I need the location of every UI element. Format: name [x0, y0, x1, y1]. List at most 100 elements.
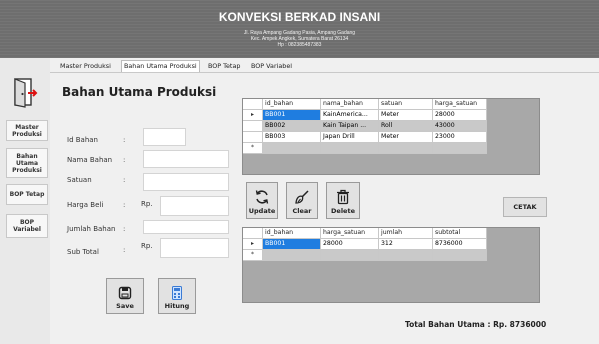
- column-header[interactable]: satuan: [379, 99, 433, 110]
- app-title: KONVEKSI BERKAD INSANI: [218, 10, 381, 24]
- tab-master-produksi[interactable]: Master Produksi: [58, 61, 113, 71]
- colon: :: [123, 156, 126, 164]
- new-row[interactable]: *: [243, 250, 487, 261]
- label-jumlah-bahan: Jumlah Bahan: [67, 225, 116, 233]
- currency-prefix: Rp.: [141, 200, 153, 208]
- table-cell[interactable]: 312: [379, 239, 433, 250]
- table-cell[interactable]: [321, 143, 379, 154]
- total-bahan-utama-label: Total Bahan Utama : Rp. 8736000: [405, 320, 547, 329]
- calculator-icon: [172, 286, 182, 300]
- colon: :: [123, 225, 126, 233]
- column-header[interactable]: subtotal: [433, 228, 487, 239]
- colon: :: [123, 246, 126, 254]
- delete-button[interactable]: Delete: [326, 182, 360, 219]
- broom-icon: [295, 190, 309, 204]
- table-cell[interactable]: [433, 250, 487, 261]
- bahan-grid[interactable]: id_bahan nama_bahan satuan harga_satuan …: [242, 98, 540, 175]
- sub-total-input[interactable]: [160, 238, 229, 258]
- sidebar-item-master-produksi[interactable]: Master Produksi: [6, 120, 48, 141]
- table-cell[interactable]: [263, 250, 321, 261]
- table-cell[interactable]: BB003: [263, 132, 321, 143]
- table-cell[interactable]: [433, 143, 487, 154]
- current-row-indicator: ▸: [243, 110, 263, 121]
- table-row[interactable]: ▸ BB001 KainAmerica... Meter 28000: [243, 110, 487, 121]
- table-cell[interactable]: 43000: [433, 121, 487, 132]
- new-row-indicator: *: [243, 143, 263, 154]
- save-button[interactable]: Save: [106, 278, 144, 314]
- label-sub-total: Sub Total: [67, 248, 99, 256]
- trash-icon: [337, 189, 349, 205]
- row-header-cell: [243, 228, 263, 239]
- table-cell[interactable]: KainAmerica...: [321, 110, 379, 121]
- tab-bahan-utama-produksi[interactable]: Bahan Utama Produksi: [121, 60, 200, 72]
- colon: :: [123, 136, 126, 144]
- sidebar-item-bop-tetap[interactable]: BOP Tetap: [6, 184, 48, 205]
- id-bahan-input[interactable]: [143, 128, 186, 146]
- column-header[interactable]: harga_satuan: [321, 228, 379, 239]
- delete-label: Delete: [331, 207, 355, 215]
- sidebar-item-bop-variabel[interactable]: BOP Variabel: [6, 214, 48, 238]
- table-cell[interactable]: [321, 250, 379, 261]
- table-cell[interactable]: Roll: [379, 121, 433, 132]
- tab-bop-variabel[interactable]: BOP Variabel: [249, 61, 294, 71]
- table-cell[interactable]: BB002: [263, 121, 321, 132]
- save-icon: [118, 286, 132, 300]
- colon: :: [123, 201, 126, 209]
- table-row[interactable]: ▸ BB001 28000 312 8736000: [243, 239, 487, 250]
- table-cell[interactable]: Japan Drill: [321, 132, 379, 143]
- harga-beli-input[interactable]: [160, 196, 229, 216]
- hitung-button[interactable]: Hitung: [158, 278, 196, 314]
- grid-header: id_bahan nama_bahan satuan harga_satuan: [243, 99, 487, 110]
- column-header[interactable]: id_bahan: [263, 228, 321, 239]
- refresh-icon: [255, 190, 269, 204]
- current-row-indicator: ▸: [243, 239, 263, 250]
- row-header-cell: [243, 132, 263, 143]
- save-label: Save: [116, 302, 134, 310]
- sidebar-item-bahan-utama-produksi[interactable]: Bahan Utama Produksi: [6, 148, 48, 178]
- column-header[interactable]: id_bahan: [263, 99, 321, 110]
- tab-divider: [50, 72, 599, 73]
- table-cell[interactable]: Meter: [379, 132, 433, 143]
- table-cell[interactable]: BB001: [263, 239, 321, 250]
- table-cell[interactable]: BB001: [263, 110, 321, 121]
- row-header-cell: [243, 121, 263, 132]
- table-cell[interactable]: Kain Taipan ...: [321, 121, 379, 132]
- update-label: Update: [248, 207, 276, 215]
- nama-bahan-input[interactable]: [143, 150, 229, 168]
- update-button[interactable]: Update: [246, 182, 278, 219]
- label-id-bahan: Id Bahan: [67, 136, 98, 144]
- column-header[interactable]: harga_satuan: [433, 99, 487, 110]
- transaksi-grid[interactable]: id_bahan harga_satuan jumlah subtotal ▸ …: [242, 227, 540, 303]
- table-cell[interactable]: [263, 143, 321, 154]
- row-header-cell: [243, 99, 263, 110]
- new-row-indicator: *: [243, 250, 263, 261]
- table-cell[interactable]: 28000: [321, 239, 379, 250]
- app-header: [0, 0, 599, 58]
- currency-prefix: Rp.: [141, 242, 153, 250]
- label-satuan: Satuan: [67, 176, 92, 184]
- grid-header: id_bahan harga_satuan jumlah subtotal: [243, 228, 487, 239]
- clear-button[interactable]: Clear: [286, 182, 318, 219]
- table-cell[interactable]: Meter: [379, 110, 433, 121]
- table-cell[interactable]: [379, 250, 433, 261]
- clear-label: Clear: [292, 207, 312, 215]
- hitung-label: Hitung: [164, 302, 190, 310]
- exit-door-icon[interactable]: [9, 76, 41, 108]
- jumlah-bahan-input[interactable]: [143, 220, 229, 234]
- table-row[interactable]: BB003 Japan Drill Meter 23000: [243, 132, 487, 143]
- label-nama-bahan: Nama Bahan: [67, 156, 113, 164]
- new-row[interactable]: *: [243, 143, 487, 154]
- label-harga-beli: Harga Beli: [67, 201, 104, 209]
- colon: :: [123, 176, 126, 184]
- table-cell[interactable]: 23000: [433, 132, 487, 143]
- table-cell[interactable]: 8736000: [433, 239, 487, 250]
- tab-bop-tetap[interactable]: BOP Tetap: [206, 61, 242, 71]
- table-cell[interactable]: 28000: [433, 110, 487, 121]
- table-cell[interactable]: [379, 143, 433, 154]
- page-title: Bahan Utama Produksi: [62, 85, 217, 99]
- cetak-button[interactable]: CETAK: [503, 197, 547, 217]
- column-header[interactable]: nama_bahan: [321, 99, 379, 110]
- column-header[interactable]: jumlah: [379, 228, 433, 239]
- table-row[interactable]: BB002 Kain Taipan ... Roll 43000: [243, 121, 487, 132]
- satuan-input[interactable]: [143, 173, 229, 191]
